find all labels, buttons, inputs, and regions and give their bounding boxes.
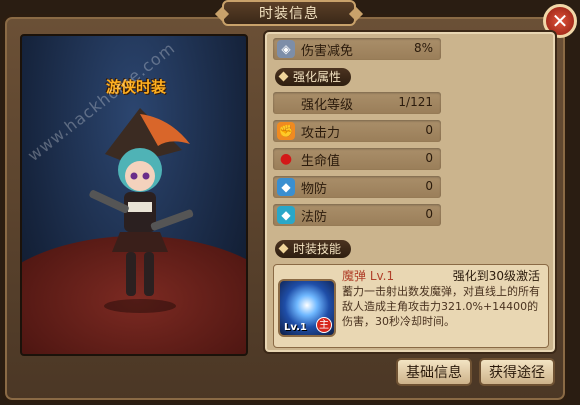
info-panel: ◈ 伤害减免 8% 强化属性 强化等级 1/121 ✊ 攻击力 0 ● 生命值 … [263,30,557,354]
stat-label: 强化等级 [301,98,354,113]
skill-card: Lv.1 主 魔弹 Lv.1 强化到30级激活 蓄力一击射出数发魔弹，对直线上的… [273,264,549,348]
stat-value: 8% [413,41,433,55]
stat-row-damage-reduction: ◈ 伤害减免 8% [273,38,441,60]
stat-value: 1/121 [398,95,433,109]
stat-value: 0 [425,151,433,165]
stat-value: 0 [425,179,433,193]
physical-defense-icon: ◆ [277,178,295,196]
close-icon: ✕ [551,9,569,33]
stat-value: 0 [425,207,433,221]
stat-label: 法防 [301,210,328,225]
skill-name: 魔弹 Lv.1 [342,269,395,283]
section-skill-header: 时装技能 [275,240,352,258]
stat-row-attack: ✊ 攻击力 0 [273,120,441,142]
magic-bullet-skill-icon[interactable]: Lv.1 主 [278,279,336,337]
skill-unlock-condition: 强化到30级激活 [452,269,540,283]
stat-value: 0 [425,123,433,137]
blood-drop-icon: ● [279,151,293,167]
dialog-title: 时装信息 [222,0,356,26]
stat-label: 攻击力 [301,126,341,141]
stat-label: 物防 [301,182,328,197]
stat-label: 生命值 [301,154,341,169]
shield-icon: ◈ [277,40,295,58]
magic-defense-icon: ◆ [277,206,295,224]
stat-row-magic-defense: ◆ 法防 0 [273,204,441,226]
basic-info-button[interactable]: 基础信息 [396,358,472,386]
stat-row-enhance-level: 强化等级 1/121 [273,92,441,114]
get-path-button[interactable]: 获得途径 [479,358,555,386]
stat-label: 伤害减免 [301,44,354,59]
costume-preview: 游侠时装 [20,34,248,356]
stat-row-hp: ● 生命值 0 [273,148,441,170]
attack-icon: ✊ [277,122,295,140]
skill-level-badge: Lv.1 [284,322,307,333]
skill-role-badge: 主 [316,317,332,333]
costume-name: 游侠时装 [106,78,167,96]
skill-description: 蓄力一击射出数发魔弹，对直线上的所有敌人造成主角攻击力321.0%+14400的… [342,285,540,328]
section-enhance-header: 强化属性 [275,68,352,86]
hero-character-image [89,108,194,313]
stat-row-physical-defense: ◆ 物防 0 [273,176,441,198]
